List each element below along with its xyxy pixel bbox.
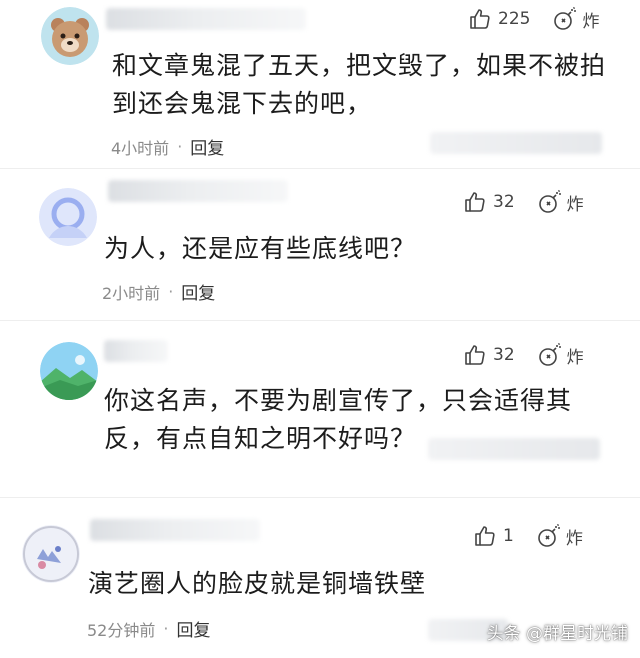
like-count: 225	[498, 9, 531, 29]
thumbs-up-icon	[465, 192, 485, 212]
thumbs-up-icon	[470, 9, 490, 29]
landscape-avatar-icon[interactable]	[40, 342, 98, 400]
bomb-label: 炸	[565, 528, 583, 549]
comment-actions: 32 炸	[463, 342, 584, 368]
blurred-bar	[430, 132, 602, 154]
comment-time: 4小时前	[111, 138, 170, 158]
comment-actions: 32 炸	[463, 189, 584, 215]
bomb-icon	[538, 189, 561, 213]
like-button[interactable]: 225	[468, 7, 530, 31]
reply-button[interactable]: 回复	[190, 134, 224, 159]
blurred-username[interactable]	[106, 8, 306, 30]
watermark-text: 头条 @群星时光铺	[486, 624, 628, 644]
separator-dot: ·	[177, 137, 183, 156]
bomb-button[interactable]: 炸	[537, 342, 584, 368]
comment-item: 225 炸 和文章鬼混了五天，把文毁了，如果不被拍到还会鬼混下去的吧， 4小时前…	[0, 0, 640, 170]
bear-avatar-icon[interactable]	[41, 7, 99, 65]
comment-item: 32 炸 你这名声，不要为剧宣传了，只会适得其反，有点自知之明不好吗？	[0, 322, 640, 497]
thumbs-up-icon	[475, 526, 495, 546]
separator-dot: ·	[163, 619, 169, 638]
like-count: 32	[493, 192, 515, 212]
comment-time: 52分钟前	[87, 620, 156, 640]
blurred-bar	[428, 438, 600, 460]
reply-button[interactable]: 回复	[176, 616, 210, 641]
like-count: 1	[503, 526, 514, 546]
comment-actions: 225 炸	[468, 6, 599, 32]
cartoon-avatar-icon[interactable]	[22, 525, 80, 583]
bomb-icon	[554, 6, 577, 30]
comment-text: 为人，还是应有些底线吧？	[104, 234, 417, 263]
comment-actions: 1 炸	[473, 523, 583, 549]
bomb-icon	[538, 342, 561, 366]
comment-meta: 52分钟前 · 回复	[87, 616, 210, 641]
comment-meta: 4小时前 · 回复	[111, 134, 224, 159]
divider	[0, 320, 640, 321]
comment-text: 演艺圈人的脸皮就是铜墙铁壁	[88, 569, 427, 598]
bomb-button[interactable]: 炸	[536, 523, 583, 549]
separator-dot: ·	[168, 282, 174, 301]
reply-button[interactable]: 回复	[181, 279, 215, 304]
default-user-avatar-icon[interactable]	[39, 188, 97, 246]
like-button[interactable]: 32	[463, 343, 515, 367]
bomb-label: 炸	[566, 347, 584, 368]
bomb-label: 炸	[582, 11, 600, 32]
bomb-button[interactable]: 炸	[552, 6, 599, 32]
comment-meta: 2小时前 · 回复	[102, 279, 215, 304]
bomb-button[interactable]: 炸	[537, 189, 584, 215]
comment-time: 2小时前	[102, 283, 161, 303]
like-button[interactable]: 1	[473, 524, 514, 548]
blurred-username[interactable]	[90, 519, 260, 541]
bomb-label: 炸	[566, 194, 584, 215]
bomb-icon	[538, 523, 560, 547]
blurred-username[interactable]	[108, 180, 288, 202]
comment-text: 和文章鬼混了五天，把文毁了，如果不被拍到还会鬼混下去的吧，	[112, 51, 607, 118]
comment-item: 32 炸 为人，还是应有些底线吧？ 2小时前 · 回复	[0, 170, 640, 320]
like-count: 32	[493, 345, 515, 365]
blurred-username[interactable]	[104, 340, 168, 362]
like-button[interactable]: 32	[463, 190, 515, 214]
divider	[0, 168, 640, 169]
thumbs-up-icon	[465, 345, 485, 365]
divider	[0, 497, 640, 498]
